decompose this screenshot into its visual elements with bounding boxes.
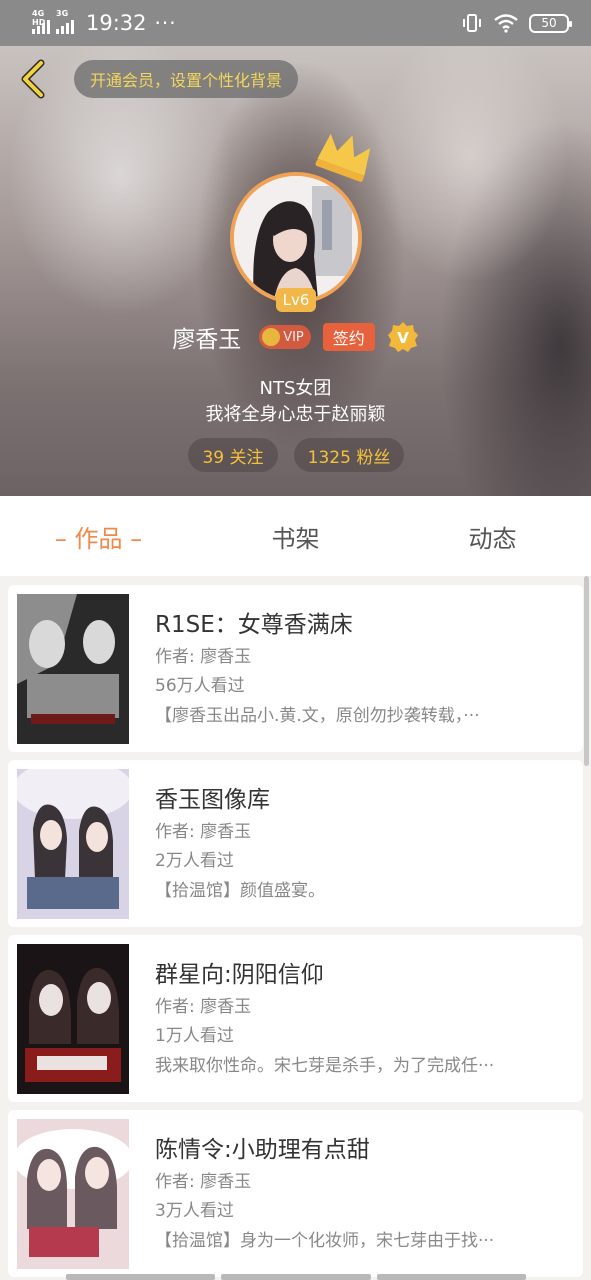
wifi-icon <box>494 14 518 33</box>
book-item[interactable]: 群星向:阴阳信仰 作者: 廖香玉 1万人看过 我来取你性命。宋七芽是杀手，为了完… <box>8 935 583 1102</box>
book-item[interactable]: 陈情令:小助理有点甜 作者: 廖香玉 3万人看过 【拾温馆】身为一个化妆师，宋七… <box>8 1110 583 1277</box>
book-title: 群星向:阴阳信仰 <box>155 962 324 988</box>
profile-header: 开通会员，设置个性化背景 Lv6 廖香玉 VIP 签约 V NTS女团 我将全身… <box>0 46 591 496</box>
book-item[interactable]: R1SE：女尊香满床 作者: 廖香玉 56万人看过 【廖香玉出品小.黄.文，原创… <box>8 585 583 752</box>
status-time: 19:32 <box>86 11 147 35</box>
book-cover <box>17 769 129 919</box>
book-views: 2万人看过 <box>155 851 234 871</box>
status-bar: 4G HD 3G 19:32 ··· 50 <box>0 0 591 46</box>
notification-dots: ··· <box>154 11 177 35</box>
signal-icon-3g: 3G <box>56 9 74 34</box>
back-button[interactable] <box>14 58 50 100</box>
username: 廖香玉 <box>172 327 242 353</box>
verified-badge-icon: V <box>387 322 418 352</box>
book-author: 作者: 廖香玉 <box>155 822 252 842</box>
chevron-left-icon <box>21 59 45 99</box>
book-title: 香玉图像库 <box>155 787 270 813</box>
vibrate-icon <box>463 14 481 32</box>
tab-bookshelf[interactable]: 书架 <box>197 496 394 576</box>
signed-author-badge: 签约 <box>322 323 375 351</box>
book-author: 作者: 廖香玉 <box>155 647 252 667</box>
bio-line-2: 我将全身心忠于赵丽颖 <box>205 404 386 425</box>
book-item[interactable]: 香玉图像库 作者: 廖香玉 2万人看过 【拾温馆】颜值盛宴。 <box>8 760 583 927</box>
bio-line-1: NTS女团 <box>259 378 332 399</box>
book-cover <box>17 944 129 1094</box>
book-author: 作者: 廖香玉 <box>155 997 252 1017</box>
book-views: 1万人看过 <box>155 1026 234 1046</box>
book-views: 3万人看过 <box>155 1201 234 1221</box>
battery-level: 50 <box>541 16 557 30</box>
vip-coin-icon <box>262 328 281 346</box>
works-list: R1SE：女尊香满床 作者: 廖香玉 56万人看过 【廖香玉出品小.黄.文，原创… <box>8 585 583 1280</box>
avatar-image <box>234 176 358 300</box>
level-badge: Lv6 <box>276 288 316 312</box>
book-views: 56万人看过 <box>155 676 245 696</box>
vip-badge[interactable]: VIP <box>259 325 311 349</box>
book-author: 作者: 廖香玉 <box>155 1172 252 1192</box>
tab-works[interactable]: – 作品 – <box>0 496 197 576</box>
following-count-button[interactable]: 39 关注 <box>188 438 278 472</box>
vip-background-prompt[interactable]: 开通会员，设置个性化背景 <box>74 60 299 98</box>
book-title: R1SE：女尊香满床 <box>155 612 353 638</box>
battery-icon: 50 <box>529 13 572 33</box>
signal-icon-4g: 4G HD <box>32 9 50 34</box>
bottom-indicator <box>66 1274 526 1280</box>
avatar[interactable] <box>230 172 362 304</box>
network-type-label: 4G HD <box>32 9 46 27</box>
book-cover <box>17 1119 129 1269</box>
book-description: 【廖香玉出品小.黄.文，原创勿抄袭转载，··· <box>155 706 480 726</box>
scrollbar[interactable] <box>584 576 589 766</box>
book-title: 陈情令:小助理有点甜 <box>155 1137 370 1163</box>
vip-badge-label: VIP <box>283 329 304 345</box>
book-description: 我来取你性命。宋七芽是杀手，为了完成任··· <box>155 1056 495 1076</box>
profile-tabs: – 作品 – 书架 动态 <box>0 496 591 576</box>
fans-count-button[interactable]: 1325 粉丝 <box>294 438 404 472</box>
book-description: 【拾温馆】身为一个化妆师，宋七芽由于找··· <box>155 1231 495 1251</box>
svg-text:V: V <box>397 329 409 347</box>
book-cover <box>17 594 129 744</box>
tab-activity[interactable]: 动态 <box>394 496 591 576</box>
network-type-label-2: 3G <box>56 9 69 18</box>
book-description: 【拾温馆】颜值盛宴。 <box>155 881 325 901</box>
